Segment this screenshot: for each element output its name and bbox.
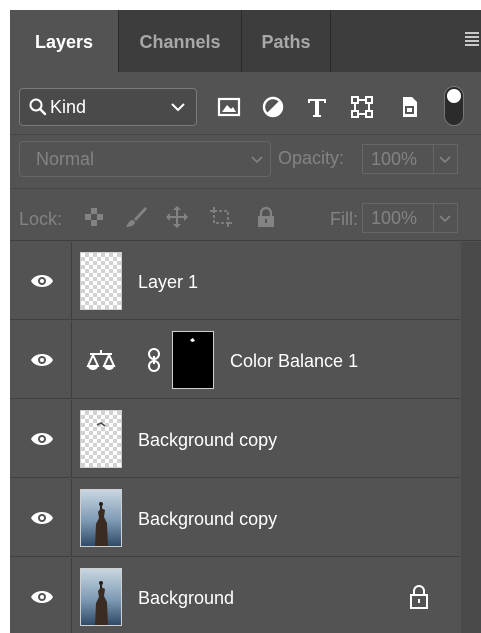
blend-mode-label: Normal (36, 149, 95, 169)
fill-label: Fill: (330, 209, 358, 229)
filter-kind-select[interactable]: Kind (19, 88, 197, 126)
tab-bar: Layers Channels Paths (10, 10, 481, 72)
mask-link-icon[interactable] (147, 348, 161, 372)
chevron-down-icon (439, 215, 451, 223)
opacity-dropdown[interactable] (434, 144, 458, 174)
layer-row[interactable]: Background (10, 558, 460, 633)
chevron-down-icon (251, 156, 263, 164)
blend-mode-select[interactable]: Normal (19, 141, 271, 177)
layer-mask-thumbnail (172, 331, 214, 389)
layers-scrollbar[interactable] (461, 242, 481, 633)
layer-thumbnail (80, 410, 122, 468)
fill-dropdown[interactable] (434, 203, 458, 233)
layer-name: Background copy (138, 509, 278, 529)
layer-row[interactable]: Background copy (10, 479, 460, 557)
visibility-toggle[interactable] (10, 400, 72, 478)
adjustment-filter-icon[interactable] (260, 94, 286, 120)
layers-panel: Layers Channels Paths Kind Normal Opacit… (10, 10, 481, 633)
chevron-down-icon (439, 156, 451, 164)
smart-object-filter-icon[interactable] (396, 94, 422, 120)
color-balance-icon (86, 350, 116, 370)
lock-position-icon[interactable] (165, 205, 189, 229)
eye-icon (31, 275, 53, 287)
layer-lock-icon[interactable] (408, 584, 430, 610)
eye-icon (31, 591, 53, 603)
image-filter-icon[interactable] (216, 94, 242, 120)
layer-name: Color Balance 1 (230, 351, 359, 371)
visibility-toggle[interactable] (10, 242, 72, 320)
eye-icon (31, 354, 53, 366)
lock-artboard-icon[interactable] (209, 205, 233, 229)
opacity-label: Opacity: (278, 148, 345, 168)
eye-icon (31, 512, 53, 524)
layer-name: Background (138, 588, 235, 608)
layer-row[interactable]: Color Balance 1 (10, 321, 460, 399)
type-filter-icon[interactable] (304, 94, 330, 120)
opacity-field[interactable]: 100% (362, 144, 434, 174)
layer-row[interactable]: Layer 1 (10, 242, 460, 320)
layer-row[interactable]: Background copy (10, 400, 460, 478)
lock-label: Lock: (19, 209, 63, 229)
fill-field[interactable]: 100% (362, 203, 434, 233)
layer-thumbnail (80, 252, 122, 310)
lock-all-icon[interactable] (254, 205, 278, 229)
tab-paths[interactable]: Paths (242, 10, 330, 72)
tab-layers[interactable]: Layers (10, 10, 118, 72)
lock-image-pixels-icon[interactable] (124, 205, 148, 229)
chevron-down-icon (171, 103, 185, 112)
tab-channels[interactable]: Channels (119, 10, 241, 72)
lock-transparency-icon[interactable] (82, 205, 106, 229)
filter-kind-label: Kind (50, 97, 87, 117)
visibility-toggle[interactable] (10, 558, 72, 633)
panel-menu-icon[interactable] (465, 32, 479, 48)
layer-name: Background copy (138, 430, 278, 450)
search-icon (29, 98, 47, 116)
eye-icon (31, 433, 53, 445)
visibility-toggle[interactable] (10, 321, 72, 399)
layer-name: Layer 1 (138, 272, 199, 292)
layer-thumbnail (80, 568, 122, 626)
filter-toggle[interactable] (444, 86, 464, 126)
shape-filter-icon[interactable] (349, 94, 375, 120)
layer-thumbnail (80, 489, 122, 547)
visibility-toggle[interactable] (10, 479, 72, 557)
